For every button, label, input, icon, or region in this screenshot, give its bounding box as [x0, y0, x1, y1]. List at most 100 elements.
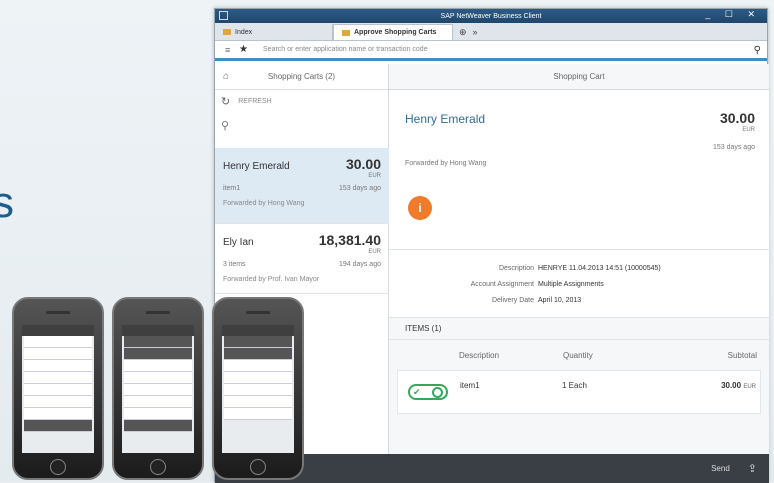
item-forwarded: Forwarded by Prof. Ivan Mayor	[223, 276, 320, 283]
more-tabs-icon[interactable]: »	[473, 27, 478, 37]
phone-mockup-list	[12, 297, 104, 480]
phone-mockup-product	[212, 297, 304, 480]
slide-title-fragment: s	[0, 178, 14, 227]
item-amount: 30.00	[345, 156, 381, 172]
detail-amount: 30.00	[719, 110, 755, 126]
item-desc: 3 items	[223, 261, 246, 268]
col-quantity: Quantity	[563, 350, 593, 360]
window-controls[interactable]: _ ☐ ✕	[705, 9, 761, 20]
tab-bar: Index Approve Shopping Carts ⊕ »	[215, 23, 767, 41]
detail-info: Description HENRYE 11.04.2013 14:51 (1000…	[389, 250, 769, 318]
phone-toolbar	[124, 420, 192, 432]
phone-list-row	[124, 396, 192, 408]
command-bar: ≡ ★ Search or enter application name or …	[215, 41, 767, 61]
phone-header-row	[224, 348, 292, 360]
refresh-button[interactable]: ↻ REFRESH	[215, 90, 388, 112]
phone-speaker	[46, 311, 70, 314]
toggle-knob	[432, 386, 443, 398]
phone-nav-bar	[122, 325, 194, 336]
add-tab-icon[interactable]: ⊕	[459, 27, 467, 38]
row-quantity: 1 Each	[562, 381, 587, 390]
phone-nav-bar	[22, 325, 94, 336]
tab-label: Index	[235, 28, 253, 36]
phone-list-row	[124, 372, 192, 384]
detail-forwarded: Forwarded by Hong Wang	[405, 160, 487, 167]
info-value: HENRYE 11.04.2013 14:51 (10000545)	[538, 264, 661, 272]
title-bar: SAP NetWeaver Business Client _ ☐ ✕	[215, 9, 767, 23]
phone-toolbar	[24, 420, 92, 432]
phone-list-row	[224, 408, 292, 420]
detail-requester-name: Henry Emerald	[405, 112, 486, 126]
info-value: April 10, 2013	[538, 296, 582, 304]
detail-pane-header: Shopping Cart	[389, 64, 769, 90]
item-currency: EUR	[368, 249, 381, 255]
detail-header: Henry Emerald 30.00 EUR 153 days ago For…	[389, 90, 769, 250]
refresh-icon: ↻	[221, 95, 231, 108]
menu-icon[interactable]: ≡	[225, 45, 233, 55]
phone-list-row	[24, 408, 92, 420]
list-search-icon[interactable]: ⚲	[215, 112, 388, 138]
approve-toggle[interactable]: ✔	[408, 384, 448, 400]
phone-speaker	[246, 311, 270, 314]
item-age: 153 days ago	[338, 185, 381, 192]
info-key: Account Assignment	[470, 280, 534, 288]
check-icon: ✔	[413, 386, 421, 397]
tab-approve-shopping-carts[interactable]: Approve Shopping Carts	[333, 24, 453, 40]
phone-header-row	[224, 336, 292, 348]
master-pane-title: Shopping Carts (2)	[267, 72, 336, 81]
tab-actions: ⊕ »	[453, 24, 484, 40]
phone-home-button	[250, 459, 266, 475]
refresh-label: REFRESH	[238, 97, 272, 105]
phone-header-row	[124, 336, 192, 348]
tab-label: Approve Shopping Carts	[354, 29, 437, 36]
phone-list-row	[124, 384, 192, 396]
col-description: Description	[459, 350, 500, 360]
item-forwarded: Forwarded by Hong Wang	[223, 200, 305, 207]
favorites-star-icon[interactable]: ★	[239, 44, 255, 55]
phone-list-row	[124, 360, 192, 372]
phone-list-row	[224, 396, 292, 408]
window-icon	[219, 11, 228, 20]
item-name: Ely Ian	[223, 237, 254, 248]
row-subtotal-value: 30.00	[721, 381, 742, 390]
send-button[interactable]: Send	[711, 464, 730, 473]
phone-list-row	[24, 360, 92, 372]
phone-list-row	[24, 348, 92, 360]
phone-header-row	[124, 348, 192, 360]
list-item-henry-emerald[interactable]: Henry Emerald 30.00 EUR item1 153 days a…	[215, 148, 389, 224]
phone-list-row	[24, 384, 92, 396]
index-icon	[223, 29, 231, 35]
phone-list-row	[24, 336, 92, 348]
item-desc: item1	[223, 185, 241, 192]
table-row: ✔ item1 1 Each 30.00 EUR	[397, 370, 761, 414]
phone-mockup-cart	[112, 297, 204, 480]
phone-list-row	[224, 360, 292, 372]
share-icon[interactable]: ⇪	[748, 462, 757, 475]
tab-index[interactable]: Index	[215, 24, 333, 40]
window-title: SAP NetWeaver Business Client	[440, 12, 542, 20]
info-icon[interactable]: i	[408, 196, 432, 220]
list-item-ely-ian[interactable]: Ely Ian 18,381.40 EUR 3 items 194 days a…	[215, 224, 389, 294]
item-name: Henry Emerald	[223, 161, 290, 172]
phone-list-row	[224, 372, 292, 384]
row-description: item1	[460, 381, 480, 390]
search-icon[interactable]: ⚲	[754, 45, 761, 56]
cart-icon	[342, 29, 350, 36]
command-search-input[interactable]: Search or enter application name or tran…	[263, 46, 428, 53]
home-icon[interactable]: ⌂	[223, 71, 229, 82]
detail-pane-title: Shopping Cart	[553, 72, 605, 81]
info-key: Delivery Date	[491, 296, 534, 304]
phone-list-row	[24, 372, 92, 384]
phone-speaker	[146, 311, 170, 314]
phone-list-row	[124, 408, 192, 420]
col-subtotal: Subtotal	[727, 350, 757, 360]
info-value: Multiple Assignments	[538, 280, 604, 288]
row-currency: EUR	[743, 384, 756, 390]
phone-screen	[22, 325, 94, 453]
detail-pane: Shopping Cart Henry Emerald 30.00 EUR 15…	[389, 64, 769, 454]
master-pane-header: ⌂ Shopping Carts (2)	[215, 64, 388, 90]
item-currency: EUR	[368, 173, 381, 179]
detail-age: 153 days ago	[712, 144, 755, 151]
items-table-header: Description Quantity Subtotal	[389, 340, 769, 370]
phone-screen	[222, 325, 294, 453]
